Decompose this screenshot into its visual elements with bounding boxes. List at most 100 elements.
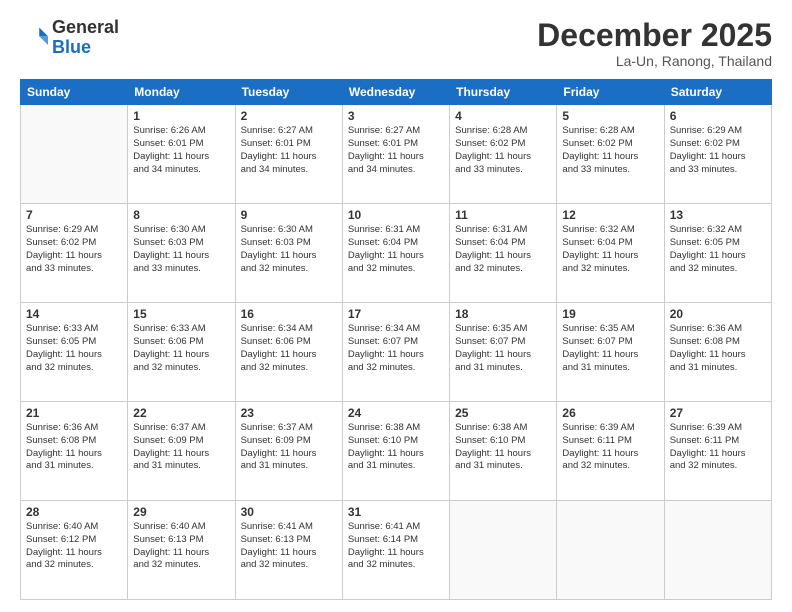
- day-number: 24: [348, 406, 444, 420]
- day-number: 23: [241, 406, 337, 420]
- day-info: Sunrise: 6:28 AMSunset: 6:02 PMDaylight:…: [562, 125, 658, 176]
- day-info: Sunrise: 6:36 AMSunset: 6:08 PMDaylight:…: [26, 422, 122, 473]
- day-number: 15: [133, 307, 229, 321]
- day-number: 18: [455, 307, 551, 321]
- calendar-cell: 7Sunrise: 6:29 AMSunset: 6:02 PMDaylight…: [21, 204, 128, 303]
- day-number: 21: [26, 406, 122, 420]
- day-number: 28: [26, 505, 122, 519]
- day-number: 16: [241, 307, 337, 321]
- title-block: December 2025 La-Un, Ranong, Thailand: [537, 18, 772, 69]
- calendar-cell: 25 Sunrise: 6:38 AMSunset: 6:10 PMDayligh…: [450, 402, 557, 501]
- calendar-cell: 6Sunrise: 6:29 AMSunset: 6:02 PMDaylight…: [664, 105, 771, 204]
- calendar-day-header: Saturday: [664, 80, 771, 105]
- day-info: Sunrise: 6:28 AMSunset: 6:02 PMDaylight:…: [455, 125, 551, 176]
- day-info: Sunrise: 6:39 AMSunset: 6:11 PMDaylight:…: [670, 422, 766, 473]
- subtitle: La-Un, Ranong, Thailand: [537, 53, 772, 69]
- day-info: Sunrise: 6:31 AMSunset: 6:04 PMDaylight:…: [348, 224, 444, 275]
- day-number: 14: [26, 307, 122, 321]
- calendar-cell: 10 Sunrise: 6:31 AMSunset: 6:04 PMDayligh…: [342, 204, 449, 303]
- day-number: 26: [562, 406, 658, 420]
- day-info: Sunrise: 6:29 AMSunset: 6:02 PMDaylight:…: [26, 224, 122, 275]
- day-number: 3: [348, 109, 444, 123]
- calendar-cell: [21, 105, 128, 204]
- calendar-cell: 4 Sunrise: 6:28 AMSunset: 6:02 PMDaylight…: [450, 105, 557, 204]
- calendar-cell: 23 Sunrise: 6:37 AMSunset: 6:09 PMDayligh…: [235, 402, 342, 501]
- day-info: Sunrise: 6:40 AMSunset: 6:12 PMDaylight:…: [26, 521, 122, 572]
- day-info: Sunrise: 6:30 AMSunset: 6:03 PMDaylight:…: [241, 224, 337, 275]
- day-info: Sunrise: 6:35 AMSunset: 6:07 PMDaylight:…: [455, 323, 551, 374]
- calendar-cell: 8Sunrise: 6:30 AMSunset: 6:03 PMDaylight…: [128, 204, 235, 303]
- logo: General Blue: [20, 18, 119, 58]
- logo-icon: [20, 24, 48, 52]
- day-info: Sunrise: 6:31 AMSunset: 6:04 PMDaylight:…: [455, 224, 551, 275]
- calendar-cell: 30 Sunrise: 6:41 AMSunset: 6:13 PMDayligh…: [235, 501, 342, 600]
- day-number: 22: [133, 406, 229, 420]
- day-info: Sunrise: 6:33 AMSunset: 6:05 PMDaylight:…: [26, 323, 122, 374]
- calendar-week-row: 7Sunrise: 6:29 AMSunset: 6:02 PMDaylight…: [21, 204, 772, 303]
- calendar-day-header: Sunday: [21, 80, 128, 105]
- day-number: 12: [562, 208, 658, 222]
- page: General Blue December 2025 La-Un, Ranong…: [0, 0, 792, 612]
- day-info: Sunrise: 6:40 AMSunset: 6:13 PMDaylight:…: [133, 521, 229, 572]
- main-title: December 2025: [537, 18, 772, 53]
- day-info: Sunrise: 6:32 AMSunset: 6:04 PMDaylight:…: [562, 224, 658, 275]
- calendar-cell: 16Sunrise: 6:34 AMSunset: 6:06 PMDayligh…: [235, 303, 342, 402]
- header: General Blue December 2025 La-Un, Ranong…: [20, 18, 772, 69]
- calendar-cell: [664, 501, 771, 600]
- day-number: 5: [562, 109, 658, 123]
- day-info: Sunrise: 6:35 AMSunset: 6:07 PMDaylight:…: [562, 323, 658, 374]
- day-number: 2: [241, 109, 337, 123]
- day-number: 30: [241, 505, 337, 519]
- calendar-week-row: 14 Sunrise: 6:33 AMSunset: 6:05 PMDayligh…: [21, 303, 772, 402]
- day-info: Sunrise: 6:39 AMSunset: 6:11 PMDaylight:…: [562, 422, 658, 473]
- calendar-cell: 5 Sunrise: 6:28 AMSunset: 6:02 PMDaylight…: [557, 105, 664, 204]
- day-info: Sunrise: 6:26 AMSunset: 6:01 PMDaylight:…: [133, 125, 229, 176]
- calendar-day-header: Thursday: [450, 80, 557, 105]
- day-info: Sunrise: 6:37 AMSunset: 6:09 PMDaylight:…: [133, 422, 229, 473]
- calendar-header-row: SundayMondayTuesdayWednesdayThursdayFrid…: [21, 80, 772, 105]
- calendar-cell: 24 Sunrise: 6:38 AMSunset: 6:10 PMDayligh…: [342, 402, 449, 501]
- day-info: Sunrise: 6:36 AMSunset: 6:08 PMDaylight:…: [670, 323, 766, 374]
- day-info: Sunrise: 6:33 AMSunset: 6:06 PMDaylight:…: [133, 323, 229, 374]
- day-info: Sunrise: 6:38 AMSunset: 6:10 PMDaylight:…: [348, 422, 444, 473]
- calendar-cell: 15 Sunrise: 6:33 AMSunset: 6:06 PMDayligh…: [128, 303, 235, 402]
- day-info: Sunrise: 6:41 AMSunset: 6:14 PMDaylight:…: [348, 521, 444, 572]
- calendar-week-row: 1Sunrise: 6:26 AMSunset: 6:01 PMDaylight…: [21, 105, 772, 204]
- day-number: 17: [348, 307, 444, 321]
- day-number: 10: [348, 208, 444, 222]
- day-number: 25: [455, 406, 551, 420]
- logo-blue: Blue: [52, 37, 91, 57]
- calendar-cell: 28 Sunrise: 6:40 AMSunset: 6:12 PMDayligh…: [21, 501, 128, 600]
- day-info: Sunrise: 6:38 AMSunset: 6:10 PMDaylight:…: [455, 422, 551, 473]
- day-number: 29: [133, 505, 229, 519]
- calendar-day-header: Friday: [557, 80, 664, 105]
- calendar-cell: 29 Sunrise: 6:40 AMSunset: 6:13 PMDayligh…: [128, 501, 235, 600]
- calendar-cell: 19Sunrise: 6:35 AMSunset: 6:07 PMDayligh…: [557, 303, 664, 402]
- day-number: 31: [348, 505, 444, 519]
- calendar-cell: 26 Sunrise: 6:39 AMSunset: 6:11 PMDayligh…: [557, 402, 664, 501]
- calendar-cell: 2Sunrise: 6:27 AMSunset: 6:01 PMDaylight…: [235, 105, 342, 204]
- calendar-week-row: 28 Sunrise: 6:40 AMSunset: 6:12 PMDayligh…: [21, 501, 772, 600]
- day-number: 4: [455, 109, 551, 123]
- day-info: Sunrise: 6:41 AMSunset: 6:13 PMDaylight:…: [241, 521, 337, 572]
- day-number: 13: [670, 208, 766, 222]
- calendar-cell: 12 Sunrise: 6:32 AMSunset: 6:04 PMDayligh…: [557, 204, 664, 303]
- calendar-cell: 21 Sunrise: 6:36 AMSunset: 6:08 PMDayligh…: [21, 402, 128, 501]
- logo-general: General: [52, 17, 119, 37]
- calendar-table: SundayMondayTuesdayWednesdayThursdayFrid…: [20, 79, 772, 600]
- day-info: Sunrise: 6:30 AMSunset: 6:03 PMDaylight:…: [133, 224, 229, 275]
- calendar-week-row: 21 Sunrise: 6:36 AMSunset: 6:08 PMDayligh…: [21, 402, 772, 501]
- logo-text: General Blue: [52, 18, 119, 58]
- calendar-cell: 9Sunrise: 6:30 AMSunset: 6:03 PMDaylight…: [235, 204, 342, 303]
- calendar-cell: [557, 501, 664, 600]
- calendar-cell: 1Sunrise: 6:26 AMSunset: 6:01 PMDaylight…: [128, 105, 235, 204]
- day-info: Sunrise: 6:27 AMSunset: 6:01 PMDaylight:…: [348, 125, 444, 176]
- calendar-day-header: Tuesday: [235, 80, 342, 105]
- day-number: 11: [455, 208, 551, 222]
- day-info: Sunrise: 6:29 AMSunset: 6:02 PMDaylight:…: [670, 125, 766, 176]
- day-info: Sunrise: 6:32 AMSunset: 6:05 PMDaylight:…: [670, 224, 766, 275]
- calendar-cell: 20Sunrise: 6:36 AMSunset: 6:08 PMDayligh…: [664, 303, 771, 402]
- calendar-cell: 14 Sunrise: 6:33 AMSunset: 6:05 PMDayligh…: [21, 303, 128, 402]
- day-info: Sunrise: 6:37 AMSunset: 6:09 PMDaylight:…: [241, 422, 337, 473]
- calendar-cell: 17Sunrise: 6:34 AMSunset: 6:07 PMDayligh…: [342, 303, 449, 402]
